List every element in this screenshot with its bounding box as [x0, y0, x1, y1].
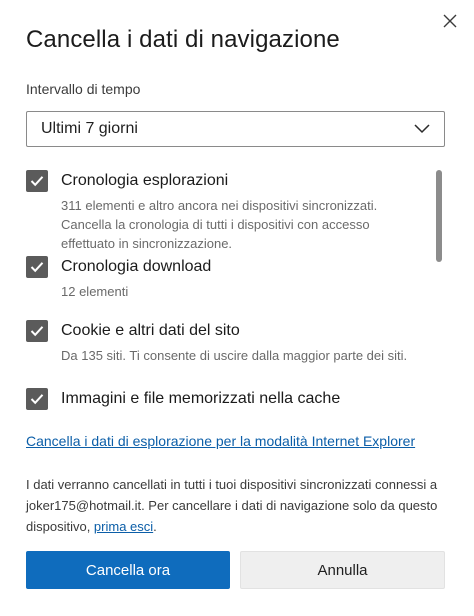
sign-out-link[interactable]: prima esci	[94, 519, 153, 534]
checkmark-icon	[30, 176, 44, 187]
chevron-down-icon	[414, 124, 430, 134]
options-list: Cronologia esplorazioni 311 elementi e a…	[26, 168, 421, 410]
option-description: 311 elementi e altro ancora nei disposit…	[61, 198, 378, 251]
option-description: 12 elementi	[61, 284, 129, 299]
time-range-value: Ultimi 7 giorni	[41, 120, 138, 137]
time-range-select[interactable]: Ultimi 7 giorni	[26, 111, 445, 147]
checkbox-download-history[interactable]	[26, 256, 48, 278]
close-button[interactable]	[437, 8, 463, 34]
option-title: Cookie e altri dati del sito	[61, 322, 240, 339]
close-icon	[443, 14, 457, 28]
checkbox-cached-images[interactable]	[26, 388, 48, 410]
options-scrollbar[interactable]	[436, 170, 442, 262]
option-description: Da 135 siti. Ti consente di uscire dalla…	[61, 348, 408, 363]
checkbox-browsing-history[interactable]	[26, 170, 48, 192]
sync-info-body: I dati verranno cancellati in tutti i tu…	[26, 477, 438, 534]
checkbox-cookies[interactable]	[26, 320, 48, 342]
checkmark-icon	[30, 394, 44, 405]
option-title: Cronologia esplorazioni	[61, 172, 229, 189]
sync-info-suffix: .	[153, 519, 157, 534]
time-range-label: Intervallo di tempo	[26, 81, 141, 97]
checkmark-icon	[30, 326, 44, 337]
option-title: Immagini e file memorizzati nella cache	[61, 390, 341, 407]
cancel-button[interactable]: Annulla	[240, 551, 445, 589]
clear-now-button[interactable]: Cancella ora	[26, 551, 230, 589]
dialog-title: Cancella i dati di navigazione	[26, 26, 340, 53]
checkmark-icon	[30, 262, 44, 273]
ie-mode-clear-link[interactable]: Cancella i dati di esplorazione per la m…	[26, 433, 415, 449]
option-title: Cronologia download	[61, 258, 212, 275]
sync-info-text: I dati verranno cancellati in tutti i tu…	[26, 474, 446, 537]
